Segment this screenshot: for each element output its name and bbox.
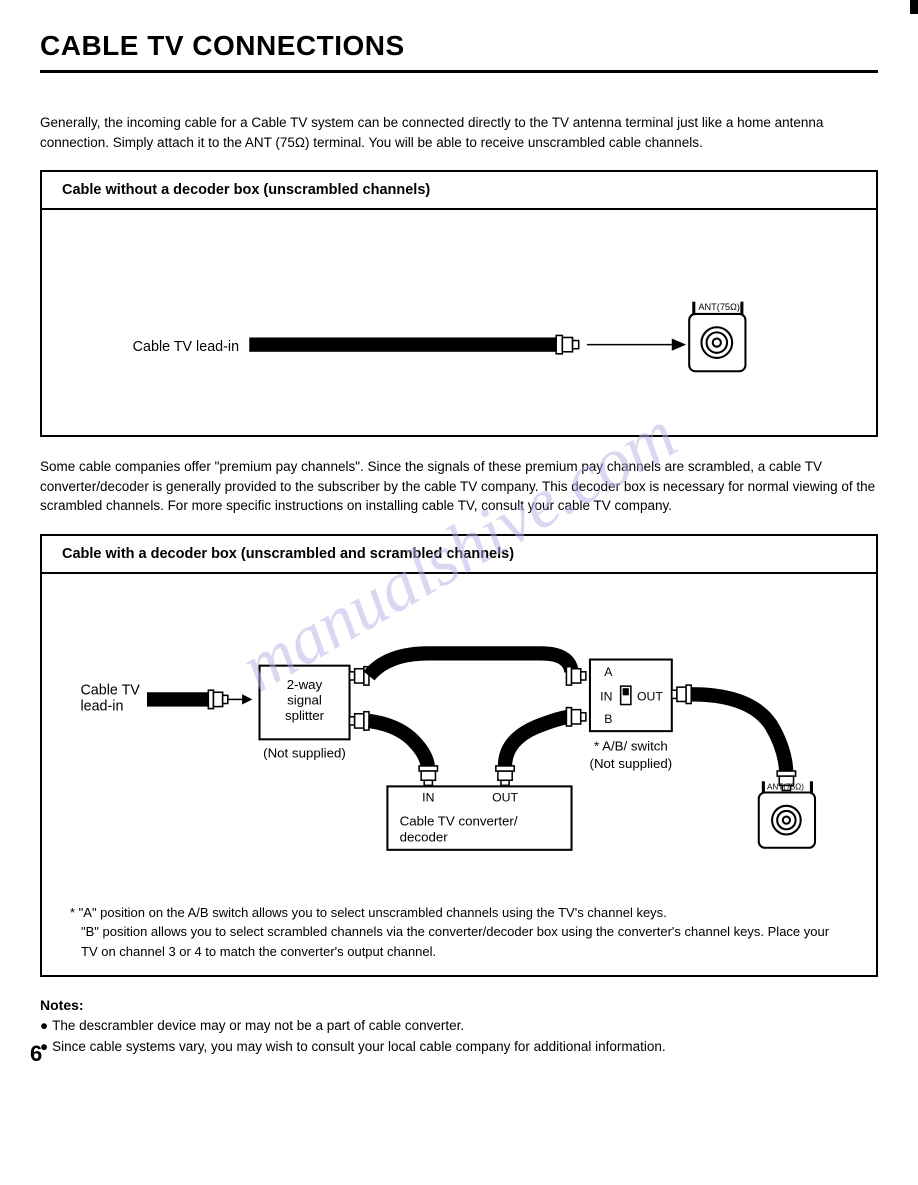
page-title: CABLE TV CONNECTIONS [40, 30, 878, 73]
d2-splitter-l2: signal [287, 692, 322, 707]
d2-footnote-1: * "A" position on the A/B switch allows … [70, 903, 848, 923]
diagram-2-header: Cable with a decoder box (unscrambled an… [42, 536, 876, 574]
d2-ab-out: OUT [637, 689, 663, 703]
d2-conv-l2: decoder [400, 829, 449, 844]
d2-conv-out: OUT [492, 791, 518, 805]
d1-ant-label: ANT(75Ω) [698, 302, 740, 312]
d2-lead-l2: lead-in [80, 698, 123, 714]
d2-ab-a: A [604, 665, 613, 679]
intro-paragraph: Generally, the incoming cable for a Cabl… [40, 113, 878, 152]
diagram-1-svg: Cable TV lead-in ANT(75Ω) [60, 228, 858, 433]
diagram-2-body: Cable TV lead-in 2-way signal splitter (… [42, 574, 876, 976]
d2-conv-in: IN [422, 791, 434, 805]
d2-splitter-l1: 2-way [287, 677, 323, 692]
d2-splitter-l3: splitter [285, 708, 325, 723]
mid-paragraph: Some cable companies offer "premium pay … [40, 457, 878, 516]
note-2-text: Since cable systems vary, you may wish t… [52, 1037, 666, 1057]
note-bullet-1: ● The descrambler device may or may not … [40, 1016, 878, 1036]
d2-lead-l1: Cable TV [80, 682, 140, 698]
diagram-1-box: Cable without a decoder box (unscrambled… [40, 170, 878, 437]
diagram-1-header: Cable without a decoder box (unscrambled… [42, 172, 876, 210]
page-corner-tab [910, 0, 918, 14]
d2-ns2: (Not supplied) [590, 756, 673, 771]
note-1-text: The descrambler device may or may not be… [52, 1016, 464, 1036]
d2-ant-label: ANT(75Ω) [767, 782, 804, 791]
d2-ab-label: * A/B/ switch [594, 738, 668, 753]
d2-ab-in: IN [600, 689, 612, 703]
notes-heading: Notes: [40, 997, 878, 1013]
diagram-2-svg: Cable TV lead-in 2-way signal splitter (… [60, 592, 858, 858]
d2-ns1: (Not supplied) [263, 746, 346, 761]
d2-conv-l1: Cable TV converter/ [400, 813, 518, 828]
d1-lead-label: Cable TV lead-in [133, 339, 239, 355]
d2-ab-b: B [604, 712, 612, 726]
diagram-2-box: Cable with a decoder box (unscrambled an… [40, 534, 878, 978]
d2-footnote-2: "B" position allows you to select scramb… [70, 922, 848, 961]
page-number: 6 [30, 1041, 42, 1067]
note-bullet-2: ● Since cable systems vary, you may wish… [40, 1037, 878, 1057]
diagram-2-footnote: * "A" position on the A/B switch allows … [60, 903, 858, 962]
diagram-1-body: Cable TV lead-in ANT(75Ω) [42, 210, 876, 435]
bullet-icon: ● [40, 1016, 48, 1036]
